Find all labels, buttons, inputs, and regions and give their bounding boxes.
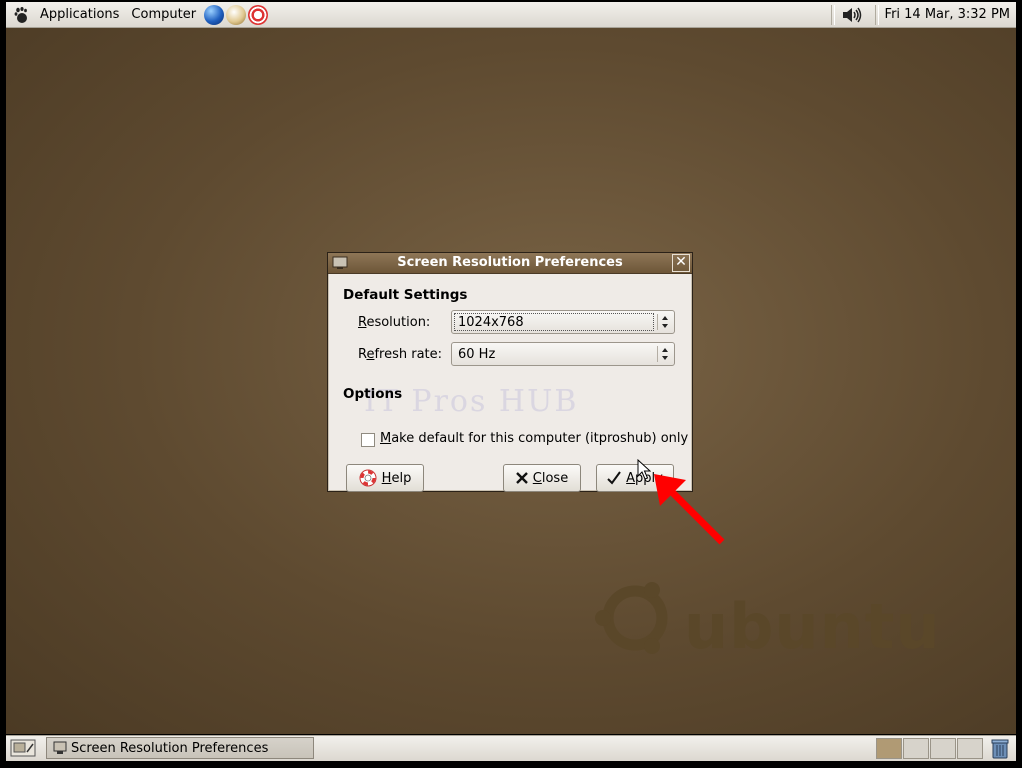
panel-separator bbox=[830, 4, 835, 25]
red-arrow-annotation bbox=[654, 474, 725, 545]
volume-icon[interactable] bbox=[841, 6, 863, 24]
chevron-updown-icon bbox=[657, 314, 668, 330]
close-button[interactable]: Close bbox=[503, 464, 581, 492]
workspace-switcher bbox=[876, 738, 984, 759]
screen-resolution-dialog: Screen Resolution Preferences ✕ Default … bbox=[327, 252, 693, 492]
workspace-2[interactable] bbox=[903, 738, 929, 759]
default-settings-heading: Default Settings bbox=[343, 287, 468, 303]
workspace-3[interactable] bbox=[930, 738, 956, 759]
panel-separator bbox=[874, 4, 879, 25]
lifebuoy-icon[interactable] bbox=[248, 4, 269, 25]
gnome-foot-icon[interactable] bbox=[12, 6, 30, 24]
checkmark-icon bbox=[607, 471, 621, 485]
close-icon[interactable]: ✕ bbox=[672, 254, 690, 272]
workspace-4[interactable] bbox=[957, 738, 983, 759]
options-heading: Options bbox=[343, 386, 403, 402]
lifebuoy-icon bbox=[359, 469, 377, 487]
taskbar-item-label: Screen Resolution Preferences bbox=[71, 740, 269, 756]
chevron-updown-icon bbox=[657, 346, 668, 362]
close-icon bbox=[515, 472, 528, 484]
refresh-rate-label: Refresh rate: bbox=[358, 347, 443, 362]
ubuntu-wordmark: ubuntu bbox=[684, 590, 941, 663]
mail-icon[interactable] bbox=[226, 4, 247, 25]
globe-icon[interactable] bbox=[204, 4, 225, 25]
trash-icon[interactable] bbox=[990, 738, 1010, 759]
resolution-value: 1024x768 bbox=[458, 315, 524, 330]
workspace-1[interactable] bbox=[876, 738, 902, 759]
make-default-label[interactable]: Make default for this computer (itproshu… bbox=[380, 431, 688, 446]
monitor-icon bbox=[53, 741, 67, 754]
resolution-combo[interactable]: 1024x768 bbox=[451, 310, 675, 334]
refresh-rate-value: 60 Hz bbox=[458, 347, 496, 362]
help-button[interactable]: Help bbox=[346, 464, 424, 492]
applications-menu[interactable]: Applications bbox=[34, 2, 125, 27]
window-menu-icon[interactable] bbox=[332, 256, 348, 270]
top-panel: Applications Computer Fri 14 Mar, 3:32 P… bbox=[6, 2, 1016, 28]
clock[interactable]: Fri 14 Mar, 3:32 PM bbox=[885, 7, 1010, 22]
close-button-label: Close bbox=[532, 470, 569, 486]
help-button-label: Help bbox=[381, 470, 412, 486]
dialog-title: Screen Resolution Preferences bbox=[397, 255, 623, 270]
bottom-panel: Screen Resolution Preferences bbox=[6, 735, 1016, 761]
resolution-label: Resolution: bbox=[358, 315, 431, 330]
refresh-rate-combo[interactable]: 60 Hz bbox=[451, 342, 675, 366]
taskbar-item-screen-resolution[interactable]: Screen Resolution Preferences bbox=[46, 737, 314, 759]
computer-menu[interactable]: Computer bbox=[125, 2, 202, 27]
make-default-checkbox[interactable] bbox=[361, 433, 375, 447]
show-desktop-icon[interactable] bbox=[10, 739, 36, 757]
dialog-titlebar[interactable]: Screen Resolution Preferences ✕ bbox=[328, 253, 692, 274]
mouse-cursor-icon bbox=[637, 459, 651, 480]
